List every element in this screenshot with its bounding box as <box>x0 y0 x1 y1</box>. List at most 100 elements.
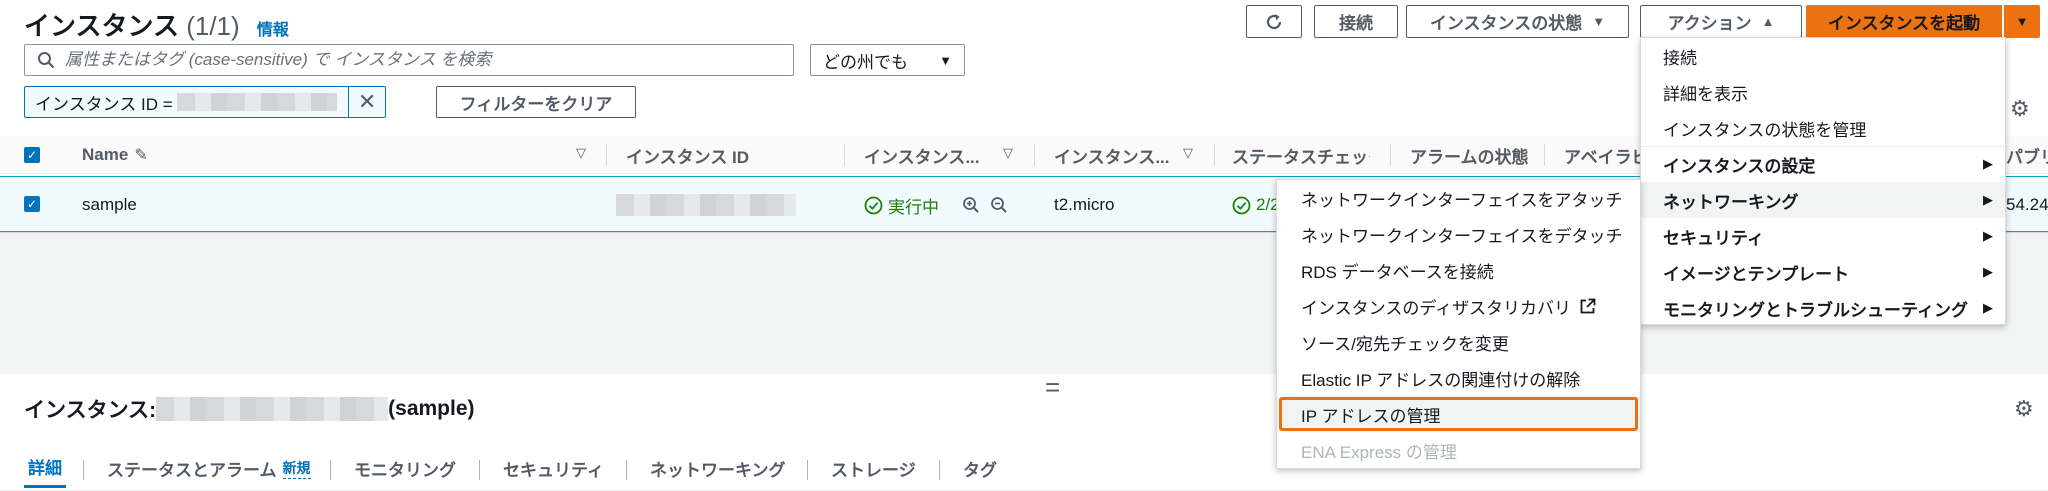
status-check-cell: 2/2 <box>1232 177 1280 233</box>
close-icon[interactable]: ✕ <box>349 89 385 115</box>
actions-menu: 接続 詳細を表示 インスタンスの状態を管理 インスタンスの設定 ▶ ネットワーキン… <box>1640 37 2006 325</box>
caret-right-icon: ▶ <box>1983 228 1993 243</box>
column-header[interactable]: パブリ <box>2006 136 2048 174</box>
new-badge: 新規 <box>282 458 311 479</box>
zoom-controls <box>962 177 1008 233</box>
launch-instance-button[interactable]: インスタンスを起動 <box>1806 5 2002 38</box>
column-divider <box>1214 144 1215 166</box>
instance-count: (1/1) <box>186 11 240 41</box>
gear-icon[interactable]: ⚙ <box>2010 96 2030 122</box>
info-link[interactable]: 情報 <box>257 22 289 39</box>
caret-down-icon: ▼ <box>2015 14 2029 29</box>
tab-monitoring[interactable]: モニタリング <box>354 448 456 488</box>
menu-item-networking[interactable]: ネットワーキング ▶ <box>1641 182 2005 218</box>
menu-item-instance-settings[interactable]: インスタンスの設定 ▶ <box>1641 146 2005 182</box>
instance-type: t2.micro <box>1054 195 1115 214</box>
menu-item-source-dest-check[interactable]: ソース/宛先チェックを変更 <box>1277 324 1640 360</box>
menu-item-connect-rds[interactable]: RDS データベースを接続 <box>1277 252 1640 288</box>
column-header[interactable]: インスタンス... <box>1054 136 1174 174</box>
column-divider <box>844 144 845 166</box>
launch-dropdown-button[interactable]: ▼ <box>2004 5 2040 38</box>
caret-right-icon: ▶ <box>1983 156 1993 171</box>
menu-item-disassociate-eip[interactable]: Elastic IP アドレスの関連付けの解除 <box>1277 360 1640 396</box>
instance-state-text: 実行中 <box>888 197 939 217</box>
tab-tags[interactable]: タグ <box>963 448 997 488</box>
select-all-checkbox[interactable]: ✓ <box>24 147 40 163</box>
caret-up-icon: ▲ <box>1761 14 1775 29</box>
instance-name: sample <box>82 195 137 214</box>
resize-handle-icon[interactable]: = <box>1045 372 1060 403</box>
check-circle-icon <box>1232 196 1251 215</box>
column-divider <box>1034 144 1035 166</box>
sort-icon[interactable]: ▽ <box>576 145 586 161</box>
refresh-icon <box>1266 13 1282 29</box>
page-title: インスタンス (1/1) 情報 <box>24 6 289 43</box>
tab-security[interactable]: セキュリティ <box>503 448 604 488</box>
column-header[interactable]: Name ✎ <box>82 136 148 174</box>
details-tabs: 詳細 ステータスとアラーム 新規 モニタリング セキュリティ ネットワーキング … <box>0 448 2048 491</box>
sort-icon[interactable]: ▽ <box>1183 145 1193 161</box>
external-link-icon <box>1579 298 1596 315</box>
clear-filters-button[interactable]: フィルターをクリア <box>436 86 636 118</box>
column-header[interactable]: インスタンス... <box>864 136 984 174</box>
caret-right-icon: ▶ <box>1983 264 1993 279</box>
column-header[interactable]: インスタンス ID <box>626 136 749 174</box>
public-ip-fragment: 54.24 <box>2006 195 2048 214</box>
instance-state-cell: 実行中 <box>864 177 939 233</box>
menu-item-ena-express: ENA Express の管理 <box>1301 442 1457 462</box>
tab-status-alarms[interactable]: ステータスとアラーム 新規 <box>107 448 311 488</box>
column-header[interactable]: アベイラビ <box>1564 136 1644 174</box>
caret-down-icon: ▼ <box>939 52 952 68</box>
row-checkbox[interactable]: ✓ <box>24 196 40 212</box>
region-select[interactable]: どの州でも ▼ <box>810 44 965 76</box>
menu-item-attach-eni[interactable]: ネットワークインターフェイスをアタッチ <box>1277 180 1640 216</box>
tab-storage[interactable]: ストレージ <box>831 448 916 488</box>
column-divider <box>1390 144 1391 166</box>
caret-down-icon: ▼ <box>1592 14 1606 29</box>
clear-filters-label: フィルターをクリア <box>459 94 613 114</box>
connect-button[interactable]: 接続 <box>1314 5 1398 38</box>
tab-divider <box>939 460 940 480</box>
launch-instance-label: インスタンスを起動 <box>1827 14 1981 33</box>
zoom-in-icon[interactable] <box>962 196 980 214</box>
column-header[interactable]: ステータスチェック <box>1232 136 1370 174</box>
instance-id-cell[interactable] <box>616 177 796 233</box>
menu-item-images-templates[interactable]: イメージとテンプレート ▶ <box>1641 254 2005 290</box>
filter-token: インスタンス ID = ✕ <box>24 86 386 118</box>
menu-item-manage-state[interactable]: インスタンスの状態を管理 <box>1641 110 2005 146</box>
redacted-instance-id <box>616 194 796 216</box>
gear-icon[interactable]: ⚙ <box>2014 396 2034 422</box>
networking-submenu: ネットワークインターフェイスをアタッチ ネットワークインターフェイスをデタッチ … <box>1276 179 1641 469</box>
menu-item-view-details[interactable]: 詳細を表示 <box>1641 74 2005 110</box>
sort-icon[interactable]: ▽ <box>1003 145 1013 161</box>
filter-token-text: インスタンス ID = <box>35 94 173 114</box>
tab-details[interactable]: 詳細 <box>24 448 66 488</box>
menu-item-disaster-recovery[interactable]: インスタンスのディザスタリカバリ <box>1277 288 1640 324</box>
tab-divider <box>83 460 84 480</box>
tab-divider <box>330 460 331 480</box>
details-title: インスタンス: (sample) <box>24 394 475 424</box>
tab-networking[interactable]: ネットワーキング <box>650 448 786 488</box>
menu-item-detach-eni[interactable]: ネットワークインターフェイスをデタッチ <box>1277 216 1640 252</box>
caret-right-icon: ▶ <box>1983 300 1993 315</box>
column-header[interactable]: アラームの状態 <box>1410 136 1529 174</box>
filter-token-label[interactable]: インスタンス ID = <box>25 87 350 117</box>
search-bar <box>24 44 794 76</box>
zoom-out-icon[interactable] <box>990 196 1008 214</box>
menu-item-monitoring-troubleshooting[interactable]: モニタリングとトラブルシューティング ▶ <box>1641 290 2005 326</box>
instance-state-button[interactable]: インスタンスの状態 ▼ <box>1406 5 1629 38</box>
redacted-instance-id <box>156 397 389 421</box>
region-select-value: どの州でも <box>823 52 908 72</box>
actions-button[interactable]: アクション ▲ <box>1640 5 1802 38</box>
menu-item-connect[interactable]: 接続 <box>1641 38 2005 74</box>
page-title-text: インスタンス <box>24 11 179 41</box>
edit-icon: ✎ <box>134 147 148 164</box>
search-input[interactable] <box>65 50 765 70</box>
search-icon <box>38 52 55 69</box>
tab-divider <box>626 460 627 480</box>
refresh-button[interactable] <box>1246 5 1302 38</box>
check-circle-icon <box>864 196 883 215</box>
menu-item-security[interactable]: セキュリティ ▶ <box>1641 218 2005 254</box>
column-divider <box>606 144 607 166</box>
redacted-instance-id <box>176 93 337 111</box>
